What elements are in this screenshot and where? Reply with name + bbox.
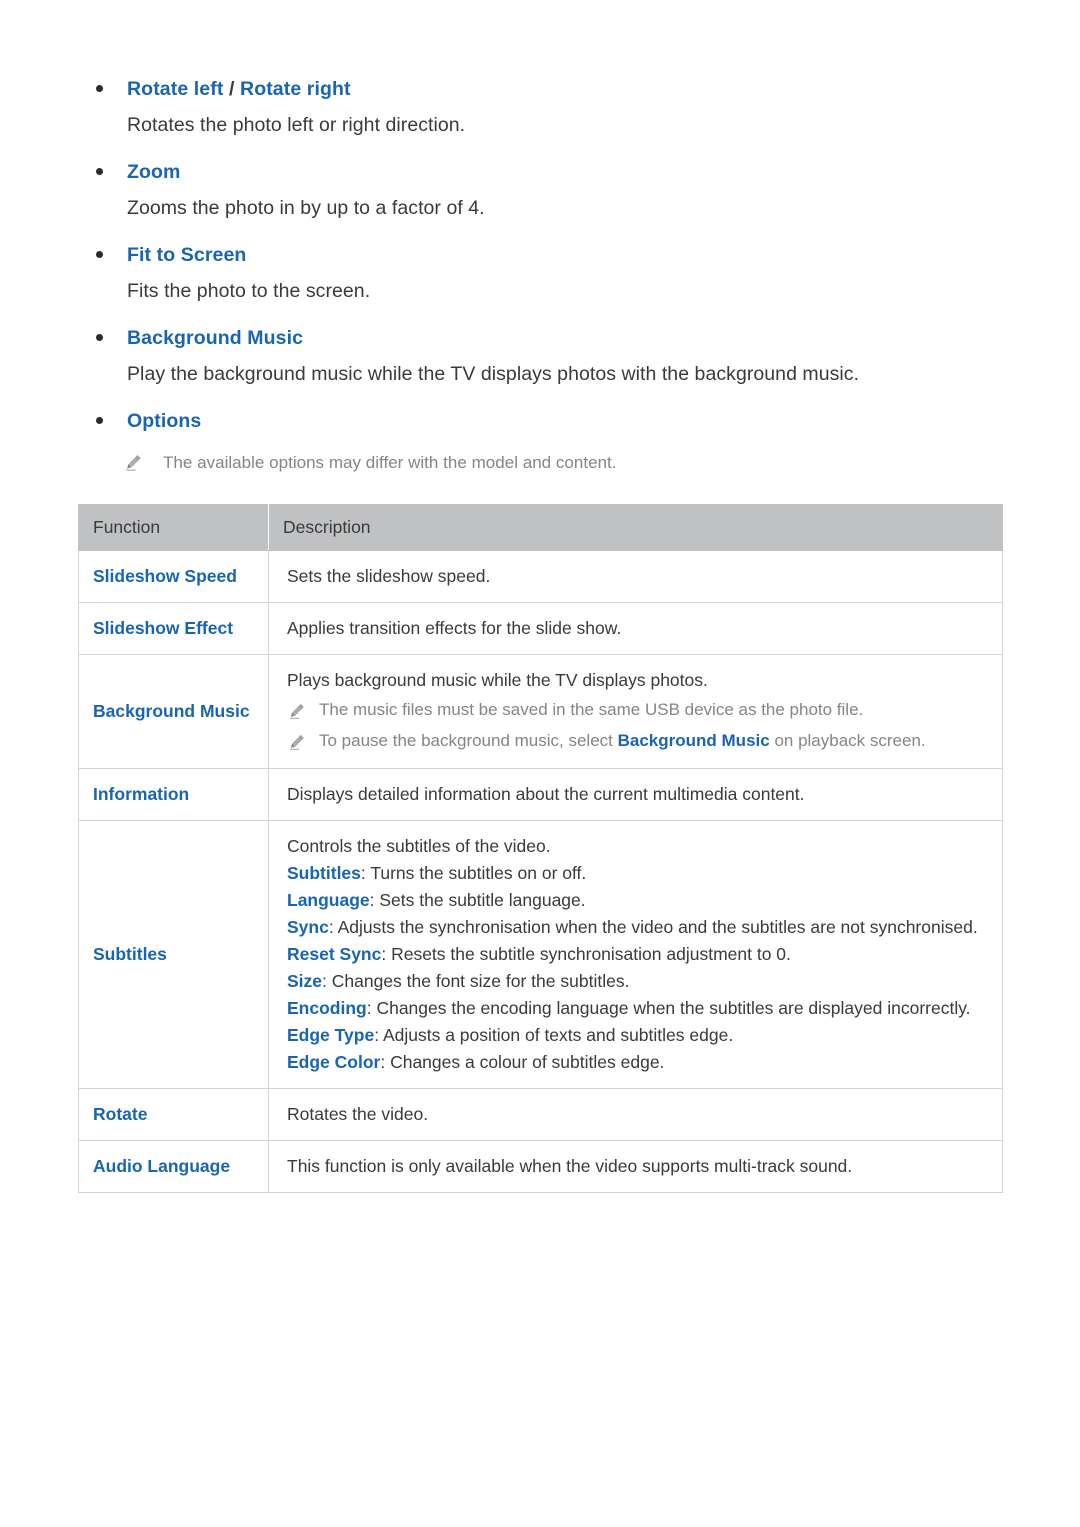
cell-description-audio-language: This function is only available when the… bbox=[268, 1140, 1003, 1193]
note-options: The available options may differ with th… bbox=[0, 450, 1080, 476]
table-row: Background Music Plays background music … bbox=[78, 654, 1003, 769]
table-row: Subtitles Controls the subtitles of the … bbox=[78, 820, 1003, 1089]
section-fit-to-screen: Fit to Screen Fits the photo to the scre… bbox=[0, 240, 1080, 306]
note-pause-music-after: on playback screen. bbox=[769, 731, 926, 750]
bullet-background-music: Background Music bbox=[0, 323, 1080, 353]
section-background-music: Background Music Play the background mus… bbox=[0, 323, 1080, 389]
bullet-dot-icon bbox=[96, 251, 103, 258]
key-subtitles[interactable]: Subtitles bbox=[287, 863, 361, 883]
text-size: : Changes the font size for the subtitle… bbox=[322, 971, 630, 991]
bullet-dot-icon bbox=[96, 417, 103, 424]
bullet-zoom: Zoom bbox=[0, 157, 1080, 187]
table-row: Audio Language This function is only ava… bbox=[78, 1140, 1003, 1193]
cell-function-rotate[interactable]: Rotate bbox=[78, 1088, 269, 1141]
section-options: Options The available options may differ… bbox=[0, 406, 1080, 476]
cell-function-background-music[interactable]: Background Music bbox=[78, 654, 269, 769]
pencil-icon bbox=[287, 700, 306, 719]
link-fit-to-screen[interactable]: Fit to Screen bbox=[127, 244, 246, 266]
cell-function-information[interactable]: Information bbox=[78, 768, 269, 821]
subtitle-item-encoding: Encoding: Changes the encoding language … bbox=[287, 995, 988, 1022]
note-usb-device-text: The music files must be saved in the sam… bbox=[319, 700, 864, 719]
bullet-fit-to-screen: Fit to Screen bbox=[0, 240, 1080, 270]
cell-description-subtitles: Controls the subtitles of the video. Sub… bbox=[268, 820, 1003, 1089]
key-language[interactable]: Language bbox=[287, 890, 370, 910]
text-encoding: : Changes the encoding language when the… bbox=[366, 998, 971, 1018]
key-reset-sync[interactable]: Reset Sync bbox=[287, 944, 381, 964]
link-background-music[interactable]: Background Music bbox=[127, 327, 303, 349]
desc-line: Controls the subtitles of the video. bbox=[287, 836, 551, 856]
key-size[interactable]: Size bbox=[287, 971, 322, 991]
key-sync[interactable]: Sync bbox=[287, 917, 329, 937]
link-zoom[interactable]: Zoom bbox=[127, 161, 180, 183]
bullet-dot-icon bbox=[96, 168, 103, 175]
cell-description-slideshow-effect: Applies transition effects for the slide… bbox=[268, 602, 1003, 655]
bullet-dot-icon bbox=[96, 85, 103, 92]
desc-line: Plays background music while the TV disp… bbox=[287, 670, 708, 690]
cell-function-subtitles[interactable]: Subtitles bbox=[78, 820, 269, 1089]
bullet-options: Options bbox=[0, 406, 1080, 436]
heading-separator: / bbox=[223, 78, 241, 100]
note-pause-music: To pause the background music, select Ba… bbox=[287, 725, 988, 756]
cell-description-slideshow-speed: Sets the slideshow speed. bbox=[268, 550, 1003, 603]
text-reset-sync: : Resets the subtitle synchronisation ad… bbox=[381, 944, 791, 964]
body-rotate: Rotates the photo left or right directio… bbox=[127, 114, 466, 136]
subtitle-item-size: Size: Changes the font size for the subt… bbox=[287, 968, 988, 995]
subtitle-item-subtitles: Subtitles: Turns the subtitles on or off… bbox=[287, 860, 988, 887]
options-table: Function Description Slideshow Speed Set… bbox=[78, 504, 1003, 1193]
body-zoom: Zooms the photo in by up to a factor of … bbox=[127, 197, 485, 219]
document-page: Rotate left / Rotate right Rotates the p… bbox=[0, 0, 1080, 1527]
bullet-rotate: Rotate left / Rotate right bbox=[0, 74, 1080, 104]
heading-rotate: Rotate left / Rotate right bbox=[127, 78, 351, 100]
text-edge-type: : Adjusts a position of texts and subtit… bbox=[374, 1025, 734, 1045]
column-header-description: Description bbox=[268, 504, 1003, 551]
note-usb-device: The music files must be saved in the sam… bbox=[287, 694, 988, 725]
key-edge-type[interactable]: Edge Type bbox=[287, 1025, 374, 1045]
section-rotate: Rotate left / Rotate right Rotates the p… bbox=[0, 74, 1080, 140]
pencil-icon bbox=[123, 453, 143, 473]
subtitle-item-sync: Sync: Adjusts the synchronisation when t… bbox=[287, 914, 988, 941]
subtitle-item-reset-sync: Reset Sync: Resets the subtitle synchron… bbox=[287, 941, 988, 968]
section-zoom: Zoom Zooms the photo in by up to a facto… bbox=[0, 157, 1080, 223]
cell-description-information: Displays detailed information about the … bbox=[268, 768, 1003, 821]
text-subtitles: : Turns the subtitles on or off. bbox=[360, 863, 587, 883]
link-rotate-left[interactable]: Rotate left bbox=[127, 78, 223, 100]
cell-function-slideshow-speed[interactable]: Slideshow Speed bbox=[78, 550, 269, 603]
key-encoding[interactable]: Encoding bbox=[287, 998, 367, 1018]
text-sync: : Adjusts the synchronisation when the v… bbox=[328, 917, 978, 937]
table-header-row: Function Description bbox=[78, 504, 1003, 551]
table-row: Information Displays detailed informatio… bbox=[78, 768, 1003, 821]
note-pause-music-before: To pause the background music, select bbox=[319, 731, 618, 750]
note-options-text: The available options may differ with th… bbox=[163, 453, 617, 472]
link-options[interactable]: Options bbox=[127, 410, 201, 432]
link-rotate-right[interactable]: Rotate right bbox=[240, 78, 351, 100]
table-row: Slideshow Effect Applies transition effe… bbox=[78, 602, 1003, 655]
subtitle-item-edge-color: Edge Color: Changes a colour of subtitle… bbox=[287, 1049, 988, 1076]
cell-function-audio-language[interactable]: Audio Language bbox=[78, 1140, 269, 1193]
subtitle-item-language: Language: Sets the subtitle language. bbox=[287, 887, 988, 914]
cell-function-slideshow-effect[interactable]: Slideshow Effect bbox=[78, 602, 269, 655]
table-row: Rotate Rotates the video. bbox=[78, 1088, 1003, 1141]
cell-description-rotate: Rotates the video. bbox=[268, 1088, 1003, 1141]
key-edge-color[interactable]: Edge Color bbox=[287, 1052, 380, 1072]
link-background-music-inline[interactable]: Background Music bbox=[618, 731, 770, 750]
text-language: : Sets the subtitle language. bbox=[369, 890, 586, 910]
subtitle-item-edge-type: Edge Type: Adjusts a position of texts a… bbox=[287, 1022, 988, 1049]
column-header-function: Function bbox=[78, 504, 269, 551]
table-row: Slideshow Speed Sets the slideshow speed… bbox=[78, 550, 1003, 603]
bullet-dot-icon bbox=[96, 334, 103, 341]
body-background-music: Play the background music while the TV d… bbox=[127, 363, 860, 385]
pencil-icon bbox=[287, 731, 306, 750]
cell-description-background-music: Plays background music while the TV disp… bbox=[268, 654, 1003, 769]
body-fit-to-screen: Fits the photo to the screen. bbox=[127, 280, 371, 302]
text-edge-color: : Changes a colour of subtitles edge. bbox=[380, 1052, 665, 1072]
